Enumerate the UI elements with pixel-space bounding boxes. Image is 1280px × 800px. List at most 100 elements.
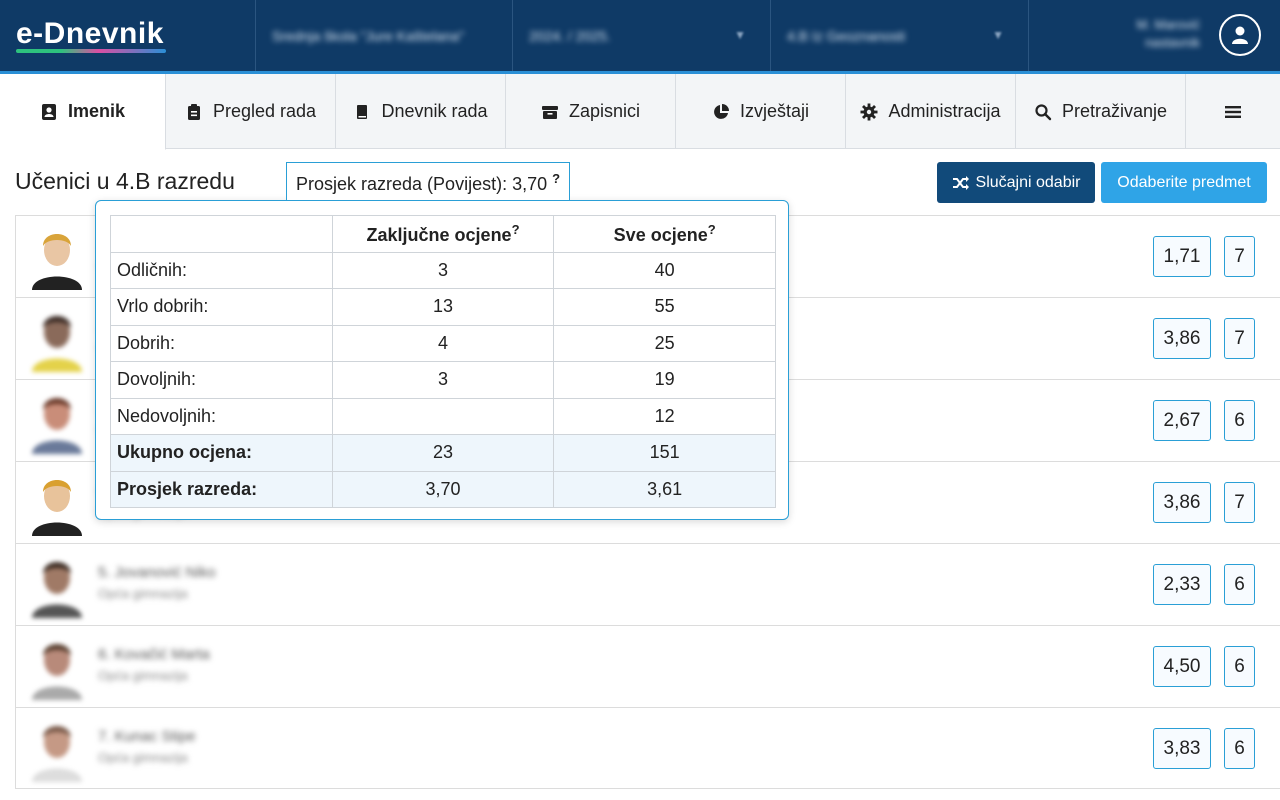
user-role: nastavnik [1145, 35, 1200, 50]
total-final: 23 [331, 434, 555, 472]
student-photo[interactable] [26, 224, 88, 290]
grade-count-badge[interactable]: 7 [1224, 318, 1255, 359]
year-selector-label: 2024. / 2025. [529, 27, 611, 44]
tab-izvjestaji[interactable]: Izvještaji [676, 74, 846, 149]
hamburger-menu-icon [1225, 105, 1241, 118]
student-program: Opća gimnazija [98, 668, 188, 683]
student-photo[interactable] [26, 716, 88, 782]
tab-dnevnik-rada[interactable]: Dnevnik rada [336, 74, 506, 149]
tab-label: Zapisnici [568, 101, 641, 121]
student-photo[interactable] [26, 306, 88, 372]
tab-zapisnici[interactable]: Zapisnici [506, 74, 676, 149]
header-empty [110, 215, 333, 253]
grade-count-badge[interactable]: 6 [1224, 564, 1255, 605]
tab-pregled-rada[interactable]: Pregled rada [166, 74, 336, 149]
grade-count-badge[interactable]: 6 [1224, 400, 1255, 441]
grade-label: Nedovoljnih: [110, 397, 333, 435]
pie-chart-icon [714, 103, 729, 119]
tab-label: Administracija [888, 101, 1001, 121]
year-selector[interactable]: 2024. / 2025. ▼ [512, 0, 770, 71]
table-row[interactable]: 5. Jovanović Niko Opća gimnazija 2,33 6 [15, 543, 1280, 625]
tab-label: Imenik [67, 101, 126, 121]
grade-row: Nedovoljnih: 12 [110, 397, 776, 435]
grade-average-badge[interactable]: 3,86 [1153, 482, 1211, 523]
student-name[interactable]: 7. Kunac Stipe [98, 728, 196, 745]
student-photo[interactable] [26, 470, 88, 536]
random-pick-label: Slučajni odabir [975, 173, 1081, 191]
average-all: 3,61 [553, 470, 776, 508]
school-selector-label: Srednja škola "Jure Kaštelana" [272, 27, 465, 44]
grade-average-badge[interactable]: 1,71 [1153, 236, 1211, 277]
user-menu-button[interactable] [1219, 14, 1261, 56]
tab-administracija[interactable]: Administracija [846, 74, 1016, 149]
average-final: 3,70 [331, 470, 555, 508]
total-label: Ukupno ocjena: [110, 434, 333, 472]
grade-label: Dobrih: [110, 324, 333, 362]
grade-all-count: 12 [553, 397, 776, 435]
total-all: 151 [553, 434, 776, 472]
main-navigation: Imenik Pregled rada Dnevnik rada Zapisni… [0, 74, 1280, 150]
grade-all-count: 19 [553, 361, 776, 399]
tab-menu[interactable] [1186, 74, 1280, 149]
top-header: e-Dnevnik Srednja škola "Jure Kaštelana"… [0, 0, 1280, 74]
student-photo[interactable] [26, 388, 88, 454]
tab-label: Pregled rada [212, 101, 317, 121]
student-photo[interactable] [26, 634, 88, 700]
help-icon[interactable]: ? [512, 222, 520, 237]
grade-row: Dovoljnih: 3 19 [110, 361, 776, 399]
grade-label: Dovoljnih: [110, 361, 333, 399]
grade-final-count [331, 397, 555, 435]
table-row[interactable]: 6. Kovačić Marta Opća gimnazija 4,50 6 [15, 625, 1280, 707]
grade-stats-table: Zaključne ocjene? Sve ocjene? Odličnih: 3… [110, 215, 776, 508]
grade-final-count: 4 [331, 324, 555, 362]
student-name[interactable]: 6. Kovačić Marta [98, 646, 210, 663]
contact-book-icon [41, 103, 56, 120]
student-name[interactable]: 5. Jovanović Niko [98, 564, 216, 581]
grade-all-count: 40 [553, 251, 776, 289]
shuffle-icon [952, 175, 969, 190]
app-logo[interactable]: e-Dnevnik [0, 0, 255, 71]
school-selector[interactable]: Srednja škola "Jure Kaštelana" [255, 0, 512, 71]
grade-row: Odličnih: 3 40 [110, 251, 776, 289]
grade-average-badge[interactable]: 4,50 [1153, 646, 1211, 687]
help-icon[interactable]: ? [708, 222, 716, 237]
student-photo[interactable] [26, 552, 88, 618]
user-name: M. Marović [1136, 17, 1200, 32]
grade-count-badge[interactable]: 7 [1224, 482, 1255, 523]
chevron-down-icon: ▼ [992, 28, 1004, 42]
logo-underline [16, 49, 166, 53]
grade-row: Dobrih: 4 25 [110, 324, 776, 362]
archive-box-icon [541, 105, 558, 119]
grade-average-badge[interactable]: 3,86 [1153, 318, 1211, 359]
class-average-label: Prosjek razreda (Povijest): 3,70 [296, 174, 548, 194]
header-final-grades: Zaključne ocjene? [331, 215, 555, 253]
grade-count-badge[interactable]: 6 [1224, 646, 1255, 687]
user-area: M. Marović nastavnik [1028, 0, 1280, 71]
student-program: Opća gimnazija [98, 586, 188, 601]
grade-average-badge[interactable]: 3,83 [1153, 728, 1211, 769]
grade-average-badge[interactable]: 2,33 [1153, 564, 1211, 605]
class-average-popover: Zaključne ocjene? Sve ocjene? Odličnih: 3… [95, 200, 789, 520]
table-row[interactable]: 7. Kunac Stipe Opća gimnazija 3,83 6 [15, 707, 1280, 789]
random-pick-button[interactable]: Slučajni odabir [937, 162, 1095, 203]
select-subject-button[interactable]: Odaberite predmet [1101, 162, 1267, 203]
user-icon [1232, 26, 1248, 44]
grade-all-count: 25 [553, 324, 776, 362]
grade-average-badge[interactable]: 2,67 [1153, 400, 1211, 441]
class-average-toggle[interactable]: Prosjek razreda (Povijest): 3,70 ? [286, 162, 571, 200]
chevron-down-icon: ▼ [734, 28, 746, 42]
gear-icon [860, 103, 878, 120]
class-selector[interactable]: 4.B Iz Geoznanosti ▼ [770, 0, 1028, 71]
grade-count-badge[interactable]: 7 [1224, 236, 1255, 277]
total-row: Ukupno ocjena: 23 151 [110, 434, 776, 472]
tab-imenik[interactable]: Imenik [0, 74, 166, 150]
user-name-block: M. Marović nastavnik [1136, 16, 1200, 52]
table-header-row: Zaključne ocjene? Sve ocjene? [110, 215, 776, 253]
header-all-grades: Sve ocjene? [553, 215, 776, 253]
grade-count-badge[interactable]: 6 [1224, 728, 1255, 769]
student-program: Opća gimnazija [98, 750, 188, 765]
tab-pretrazivanje[interactable]: Pretraživanje [1016, 74, 1186, 149]
clipboard-icon [187, 103, 200, 120]
average-label: Prosjek razreda: [110, 470, 333, 508]
grade-row: Vrlo dobrih: 13 55 [110, 288, 776, 326]
